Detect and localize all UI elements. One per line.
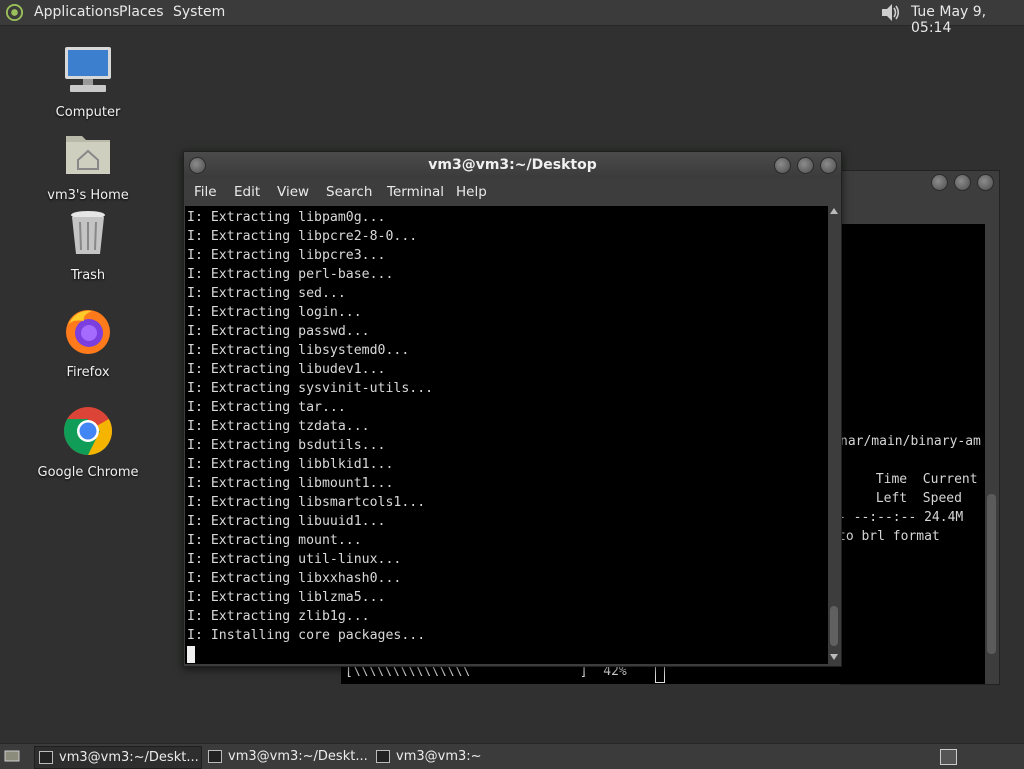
close-button[interactable]	[820, 157, 837, 174]
clock[interactable]: Tue May 9, 05:14	[911, 4, 1024, 36]
scrollbar-thumb[interactable]	[830, 606, 838, 646]
places-menu[interactable]: Places	[119, 4, 164, 20]
volume-icon[interactable]	[878, 2, 902, 23]
minimize-button[interactable]	[931, 174, 948, 191]
menu-search[interactable]: Search	[326, 184, 372, 200]
terminal-line: I: Extracting libblkid1...	[187, 457, 394, 472]
desktop-icon-home[interactable]: vm3's Home	[28, 128, 148, 203]
terminal-cursor	[187, 645, 195, 663]
applications-menu[interactable]: Applications	[34, 4, 120, 20]
scroll-down-arrow-icon[interactable]	[830, 654, 838, 660]
title-bar[interactable]: vm3@vm3:~/Desktop	[184, 152, 841, 178]
terminal-line: I: Extracting login...	[187, 305, 362, 320]
top-panel: Applications Places System Tue May 9, 05…	[0, 0, 1024, 36]
menu-file[interactable]: File	[194, 184, 217, 200]
terminal-line: I: Extracting libudev1...	[187, 362, 386, 377]
chrome-icon	[63, 407, 113, 456]
terminal-line: I: Extracting libxxhash0...	[187, 571, 402, 586]
background-terminal-scrollbar[interactable]	[985, 224, 998, 682]
maximize-button[interactable]	[797, 157, 814, 174]
terminal-line: I: Extracting tar...	[187, 400, 346, 415]
desktop-icon-trash[interactable]: Trash	[28, 208, 148, 283]
terminal-line: - --:--:-- 24.4M	[838, 510, 964, 525]
terminal-line: I: Extracting libuuid1...	[187, 514, 386, 529]
maximize-button[interactable]	[954, 174, 971, 191]
terminal-line: I: Extracting libpcre2-8-0...	[187, 229, 418, 244]
background-terminal-output[interactable]: nar/main/binary-am Time Current Left Spe…	[838, 224, 985, 664]
applications-menu-icon[interactable]	[5, 3, 24, 22]
terminal-line: I: Extracting sed...	[187, 286, 346, 301]
desktop-icon-computer[interactable]: Computer	[28, 45, 148, 120]
terminal-line: I: Extracting libsmartcols1...	[187, 495, 426, 510]
bottom-panel: vm3@vm3:~/Deskt... vm3@vm3:~/Deskt... vm…	[0, 743, 1024, 769]
taskbar-item-label: vm3@vm3:~/Deskt...	[228, 749, 368, 764]
terminal-line: I: Extracting libpcre3...	[187, 248, 386, 263]
terminal-line: I: Extracting libsystemd0...	[187, 343, 410, 358]
desktop-icon-label: Firefox	[66, 365, 110, 380]
desktop-icon-chrome[interactable]: Google Chrome	[28, 405, 148, 480]
desktop-icon-label: vm3's Home	[47, 188, 129, 203]
scroll-up-arrow-icon[interactable]	[830, 208, 838, 214]
terminal-line: Left Speed	[868, 491, 962, 506]
terminal-line: I: Extracting tzdata...	[187, 419, 370, 434]
terminal-line: I: Extracting zlib1g...	[187, 609, 370, 624]
terminal-icon	[39, 751, 53, 764]
close-button[interactable]	[977, 174, 994, 191]
taskbar-item[interactable]: vm3@vm3:~/Deskt...	[34, 746, 202, 769]
trash-icon	[71, 211, 105, 254]
terminal-line: I: Extracting libmount1...	[187, 476, 394, 491]
menu-view[interactable]: View	[277, 184, 309, 200]
terminal-window[interactable]: vm3@vm3:~/Desktop File Edit View Search …	[183, 151, 842, 667]
menu-help[interactable]: Help	[456, 184, 487, 200]
firefox-icon	[66, 310, 110, 354]
terminal-line: I: Extracting bsdutils...	[187, 438, 386, 453]
terminal-line: I: Installing core packages...	[187, 628, 426, 643]
terminal-line: I: Extracting libpam0g...	[187, 210, 386, 225]
scrollbar-thumb[interactable]	[987, 494, 996, 654]
computer-icon	[65, 47, 111, 92]
home-folder-icon	[66, 136, 110, 174]
terminal-scrollbar[interactable]	[828, 206, 840, 664]
workspace-switcher[interactable]	[940, 749, 957, 765]
terminal-output[interactable]: I: Extracting libpam0g... I: Extracting l…	[185, 206, 828, 664]
taskbar-item[interactable]: vm3@vm3:~/Deskt...	[204, 746, 370, 767]
menu-terminal[interactable]: Terminal	[387, 184, 444, 200]
desktop-icon-label: Google Chrome	[37, 465, 139, 480]
taskbar-item-label: vm3@vm3:~	[396, 749, 482, 764]
terminal-line: to brl format	[838, 529, 940, 544]
terminal-line: Time Current	[868, 472, 978, 487]
desktop-icon-label: Computer	[55, 105, 121, 120]
system-menu[interactable]: System	[173, 4, 225, 20]
terminal-cursor-line	[187, 645, 433, 664]
terminal-line: I: Extracting liblzma5...	[187, 590, 386, 605]
terminal-line: I: Extracting mount...	[187, 533, 362, 548]
menu-edit[interactable]: Edit	[234, 184, 260, 200]
show-desktop-icon[interactable]	[4, 748, 20, 764]
window-title: vm3@vm3:~/Desktop	[428, 157, 597, 173]
terminal-icon	[208, 750, 222, 763]
terminal-line: I: Extracting passwd...	[187, 324, 370, 339]
terminal-line: nar/main/binary-am	[840, 434, 981, 449]
desktop-icon-firefox[interactable]: Firefox	[28, 305, 148, 380]
taskbar-item-label: vm3@vm3:~/Deskt...	[59, 750, 199, 765]
progress-cursor	[655, 666, 665, 683]
terminal-line: I: Extracting util-linux...	[187, 552, 402, 567]
terminal-line: I: Extracting perl-base...	[187, 267, 394, 282]
terminal-line: I: Extracting sysvinit-utils...	[187, 381, 434, 396]
terminal-lines: I: Extracting libpam0g... I: Extracting l…	[187, 208, 433, 664]
desktop-icon-label: Trash	[70, 268, 106, 283]
taskbar-item[interactable]: vm3@vm3:~	[372, 746, 538, 767]
menu-bar: File Edit View Search Terminal Help	[184, 178, 841, 206]
terminal-icon	[376, 750, 390, 763]
minimize-button[interactable]	[774, 157, 791, 174]
